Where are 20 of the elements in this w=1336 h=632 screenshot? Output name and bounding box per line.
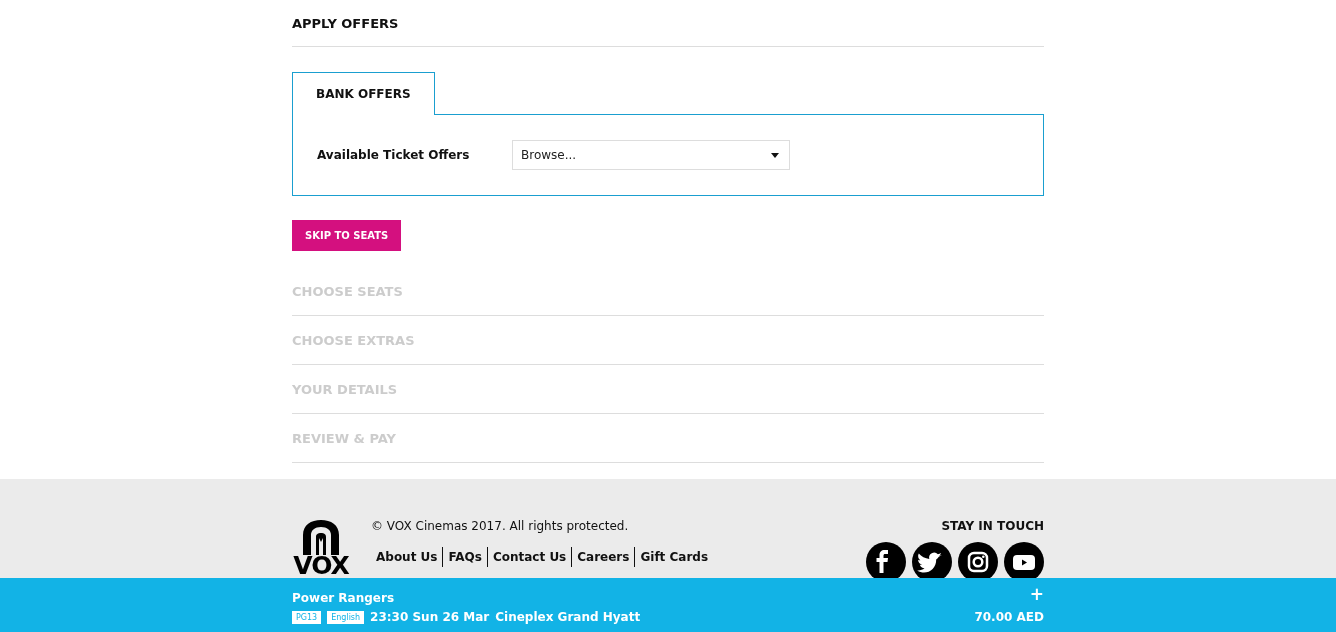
offer-tab[interactable]: BANK OFFERS bbox=[292, 72, 435, 115]
footer-link[interactable]: Contact Us bbox=[486, 547, 572, 567]
movie-title: Power Rangers bbox=[292, 591, 396, 605]
movie-tag: English bbox=[327, 610, 365, 624]
footer-link[interactable]: About Us bbox=[371, 547, 443, 567]
social-heading: STAY IN TOUCH bbox=[941, 519, 1044, 533]
offers-dropdown[interactable]: Browse... bbox=[512, 140, 790, 170]
footer-link[interactable]: Gift Cards bbox=[634, 547, 714, 567]
step-heading: APPLY OFFERS bbox=[292, 0, 1044, 47]
footer-link[interactable]: Careers bbox=[571, 547, 635, 567]
caret-icon bbox=[771, 152, 779, 158]
copyright-text: © VOX Cinemas 2017. All rights protected. bbox=[371, 519, 630, 533]
vox-logo[interactable]: VOX bbox=[292, 519, 350, 582]
footer-link[interactable]: FAQs bbox=[442, 547, 487, 567]
cinema-name: Cineplex Grand Hyatt bbox=[495, 610, 641, 624]
skip-to-seats-button[interactable]: SKIP TO SEATS bbox=[292, 220, 402, 251]
movie-tag: PG13 bbox=[292, 610, 322, 624]
total-price: 70.00 AED bbox=[974, 610, 1044, 624]
showtime-text: 23:30 Sun 26 Mar bbox=[370, 610, 490, 624]
offers-label: Available Ticket Offers bbox=[317, 148, 471, 162]
